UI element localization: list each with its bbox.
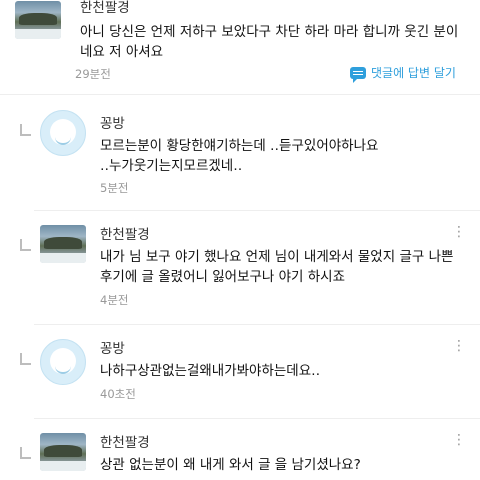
- comment-author[interactable]: 꽁방: [100, 337, 125, 357]
- comment-text: 나하구상관없는걸왜내가봐야하는데요‥: [100, 363, 321, 379]
- reply-item: 꽁방 모르는분이 황당한얘기하는데 ‥듣구있어야하나요 ‥누가웃기는지모르겠네‥…: [0, 96, 480, 210]
- comment-author[interactable]: 한천팔경: [100, 223, 150, 243]
- comment-text: 내가 님 보구 야기 했나요 언제 님이 내게와서 물었지 글구 나쁜 후기에 …: [100, 249, 454, 285]
- reply-to-comment-button[interactable]: 댓글에 답변 달기: [350, 64, 456, 83]
- avatar[interactable]: [40, 110, 86, 156]
- avatar[interactable]: [40, 339, 86, 385]
- reply-arrow-icon: [20, 353, 31, 365]
- comment-text: 모르는분이 황당한얘기하는데 ‥듣구있어야하나요 ‥누가웃기는지모르겠네‥: [100, 138, 379, 174]
- comment-time: 40초전: [100, 387, 136, 401]
- comment-bubble-icon: [350, 66, 366, 83]
- more-options-kebab-icon[interactable]: ⋮: [452, 225, 466, 239]
- comment-time: 4분전: [100, 293, 129, 307]
- more-options-kebab-icon[interactable]: ⋮: [452, 339, 466, 353]
- comment-author[interactable]: 꽁방: [100, 112, 125, 132]
- divider: [0, 94, 480, 95]
- more-options-kebab-icon[interactable]: ⋮: [452, 433, 466, 447]
- comment-author[interactable]: 한천팔경: [80, 0, 130, 16]
- avatar[interactable]: [40, 433, 86, 471]
- reply-arrow-icon: [20, 239, 31, 251]
- comment-time: 5분전: [100, 181, 129, 195]
- reply-button-label: 댓글에 답변 달기: [371, 66, 456, 80]
- reply-item: 한천팔경 ⋮ 상관 없는분이 왜 내게 와서 글 을 남기셨나요?: [0, 419, 480, 480]
- comment-text: 상관 없는분이 왜 내게 와서 글 을 남기셨나요?: [100, 457, 361, 473]
- reply-item: 한천팔경 ⋮ 내가 님 보구 야기 했나요 언제 님이 내게와서 물었지 글구 …: [0, 211, 480, 326]
- comment-author[interactable]: 한천팔경: [100, 431, 150, 451]
- reply-arrow-icon: [20, 124, 31, 136]
- reply-item: 꽁방 ⋮ 나하구상관없는걸왜내가봐야하는데요‥ 40초전: [0, 325, 480, 418]
- comment-item: 한천팔경 아니 당신은 언제 저하구 보았다구 차단 하라 마라 합니까 웃긴 …: [0, 0, 480, 96]
- avatar[interactable]: [15, 1, 61, 39]
- avatar[interactable]: [40, 225, 86, 263]
- comment-time: 29분전: [75, 67, 111, 81]
- comment-text: 아니 당신은 언제 저하구 보았다구 차단 하라 마라 합니까 웃긴 분이네요 …: [80, 24, 459, 60]
- reply-arrow-icon: [20, 447, 31, 459]
